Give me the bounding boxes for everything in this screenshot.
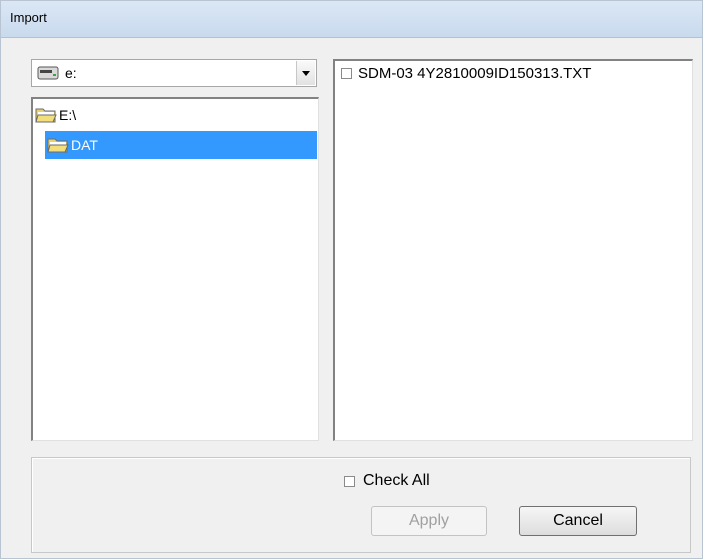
drive-select-value: e: — [65, 65, 77, 81]
chevron-down-icon — [302, 71, 310, 76]
check-all-checkbox[interactable] — [344, 475, 355, 487]
dropdown-arrow-button[interactable] — [296, 61, 315, 85]
import-dialog: Import e: E:\ DAT SDM-03 4Y2810009ID1503… — [0, 0, 703, 559]
tree-item-root[interactable]: E:\ — [35, 101, 155, 129]
file-checkbox[interactable] — [341, 68, 352, 79]
open-folder-icon — [47, 138, 69, 153]
check-all-option[interactable]: Check All — [344, 472, 430, 490]
tree-item-label: E:\ — [59, 107, 77, 123]
tree-item-label: DAT — [71, 137, 98, 153]
apply-button[interactable]: Apply — [371, 506, 487, 536]
drive-select[interactable]: e: — [31, 59, 317, 87]
window-title: Import — [10, 10, 47, 25]
file-item[interactable]: SDM-03 4Y2810009ID150313.TXT — [341, 65, 591, 82]
file-list[interactable]: SDM-03 4Y2810009ID150313.TXT — [333, 59, 693, 441]
folder-tree[interactable]: E:\ DAT — [31, 97, 319, 441]
tree-item-dat[interactable]: DAT — [45, 131, 317, 159]
file-name: SDM-03 4Y2810009ID150313.TXT — [358, 65, 592, 82]
open-folder-icon — [35, 108, 57, 123]
check-all-label[interactable]: Check All — [363, 472, 430, 490]
cancel-button[interactable]: Cancel — [519, 506, 637, 536]
drive-icon — [37, 66, 59, 80]
title-bar[interactable]: Import — [1, 1, 702, 38]
